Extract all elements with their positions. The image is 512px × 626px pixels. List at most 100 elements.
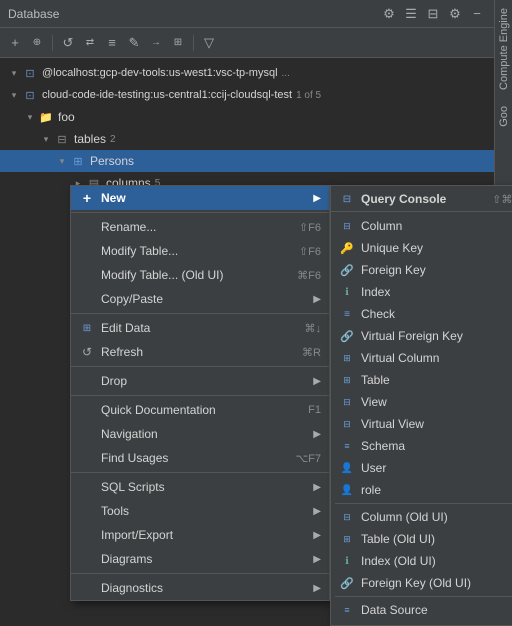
modify-table-label: Modify Table...: [101, 244, 289, 258]
toolbar: + ⊕ ↺ ⇄ ≡ ✎ → ⊞ ▽: [0, 28, 494, 58]
query-console-label: Query Console: [361, 192, 492, 206]
tables-badge: 2: [110, 134, 116, 145]
arrow-conn2: [8, 89, 20, 101]
submenu-item-role[interactable]: 👤 role: [331, 479, 512, 501]
menu-item-rename[interactable]: Rename... ⇧F6: [71, 215, 329, 239]
submenu-item-view[interactable]: ⊟ View: [331, 391, 512, 413]
find-usages-label: Find Usages: [101, 451, 285, 465]
sep1: [71, 212, 329, 213]
list-icon[interactable]: ≡: [103, 34, 121, 52]
virtual-fk-label: Virtual Foreign Key: [361, 329, 512, 343]
sep3: [71, 366, 329, 367]
submenu-item-virtual-fk[interactable]: 🔗 Virtual Foreign Key: [331, 325, 512, 347]
submenu-item-query-console[interactable]: ⊟ Query Console ⇧⌘Q: [331, 190, 512, 212]
layout-icon[interactable]: ⊟: [424, 5, 442, 23]
column-label: Column: [361, 219, 512, 233]
menu-item-new[interactable]: + New ▶: [71, 186, 329, 210]
settings-icon[interactable]: ⚙: [380, 5, 398, 23]
user-label: User: [361, 461, 512, 475]
idx-old-label: Index (Old UI): [361, 554, 512, 568]
foreign-key-label: Foreign Key: [361, 263, 512, 277]
tbl-old-icon: ⊞: [339, 531, 355, 547]
fk-old-icon: 🔗: [339, 575, 355, 591]
submenu-item-col-old[interactable]: ⊟ Column (Old UI): [331, 506, 512, 528]
menu-icon[interactable]: ☰: [402, 5, 420, 23]
diagnostics-arrow: ▶: [313, 583, 321, 594]
add-datasource-icon[interactable]: ⊕: [28, 34, 46, 52]
tables-label: tables: [74, 132, 106, 146]
gear-icon[interactable]: ⚙: [446, 5, 464, 23]
edit-data-icon: ⊞: [79, 320, 95, 336]
persons-label: Persons: [90, 154, 134, 168]
compute-engine-tab[interactable]: Compute Engine: [496, 0, 512, 98]
find-usages-shortcut: ⌥F7: [295, 452, 321, 465]
menu-item-import-export[interactable]: Import/Export ▶: [71, 523, 329, 547]
submenu-item-index[interactable]: ℹ Index: [331, 281, 512, 303]
modify-table-shortcut: ⇧F6: [299, 245, 321, 258]
menu-item-sql-scripts[interactable]: SQL Scripts ▶: [71, 475, 329, 499]
diagnostics-icon: [79, 580, 95, 596]
diagrams-label: Diagrams: [101, 552, 313, 566]
add-icon[interactable]: +: [6, 34, 24, 52]
submenu-item-fk-old[interactable]: 🔗 Foreign Key (Old UI): [331, 572, 512, 594]
menu-item-quick-doc[interactable]: Quick Documentation F1: [71, 398, 329, 422]
menu-item-navigation[interactable]: Navigation ▶: [71, 422, 329, 446]
submenu-item-schema[interactable]: ≡ Schema: [331, 435, 512, 457]
refresh-icon[interactable]: ↺: [59, 34, 77, 52]
conn2-label: cloud-code-ide-testing:us-central1:ccij-…: [42, 89, 292, 101]
edit-icon[interactable]: ✎: [125, 34, 143, 52]
minimize-icon[interactable]: −: [468, 5, 486, 23]
submenu-item-user[interactable]: 👤 User: [331, 457, 512, 479]
menu-item-modify-table-old[interactable]: Modify Table... (Old UI) ⌘F6: [71, 263, 329, 287]
panel-header: Database ⚙ ☰ ⊟ ⚙ −: [0, 0, 494, 28]
submenu-item-data-source[interactable]: ≡ Data Source: [331, 599, 512, 621]
tree-item-persons[interactable]: ⊞ Persons: [0, 150, 494, 172]
quick-doc-shortcut: F1: [308, 404, 321, 416]
col-old-icon: ⊟: [339, 509, 355, 525]
filter-icon[interactable]: ▽: [200, 34, 218, 52]
new-arrow: ▶: [313, 193, 321, 204]
menu-item-drop[interactable]: Drop ▶: [71, 369, 329, 393]
console-icon[interactable]: ⊞: [169, 34, 187, 52]
submenu-item-unique-key[interactable]: 🔑 Unique Key: [331, 237, 512, 259]
submenu-item-virtual-view[interactable]: ⊟ Virtual View: [331, 413, 512, 435]
user-icon: 👤: [339, 460, 355, 476]
rename-shortcut: ⇧F6: [299, 221, 321, 234]
drop-label: Drop: [101, 374, 313, 388]
submenu-item-tbl-old[interactable]: ⊞ Table (Old UI): [331, 528, 512, 550]
submenu-item-foreign-key[interactable]: 🔗 Foreign Key: [331, 259, 512, 281]
table-label: Table: [361, 373, 512, 387]
menu-item-find-usages[interactable]: Find Usages ⌥F7: [71, 446, 329, 470]
menu-item-refresh[interactable]: ↺ Refresh ⌘R: [71, 340, 329, 364]
tree-item-tables[interactable]: ⊟ tables 2: [0, 128, 494, 150]
virtual-view-icon: ⊟: [339, 416, 355, 432]
submenu-item-check[interactable]: ≡ Check: [331, 303, 512, 325]
arrow-persons: [56, 155, 68, 167]
tree-item-conn1[interactable]: ⊡ @localhost:gcp-dev-tools:us-west1:vsc-…: [0, 62, 494, 84]
menu-item-tools[interactable]: Tools ▶: [71, 499, 329, 523]
sync-icon[interactable]: ⇄: [81, 34, 99, 52]
column-icon: ⊟: [339, 218, 355, 234]
submenu-item-table[interactable]: ⊞ Table: [331, 369, 512, 391]
context-menu: + New ▶ Rename... ⇧F6 Modify Table... ⇧F…: [70, 185, 330, 601]
navigation-label: Navigation: [101, 427, 313, 441]
persons-icon: ⊞: [70, 153, 86, 169]
menu-item-diagrams[interactable]: Diagrams ▶: [71, 547, 329, 571]
submenu-item-idx-old[interactable]: ℹ Index (Old UI): [331, 550, 512, 572]
goo-tab[interactable]: Goo: [496, 98, 512, 135]
menu-item-modify-table[interactable]: Modify Table... ⇧F6: [71, 239, 329, 263]
submenu-item-virtual-col[interactable]: ⊞ Virtual Column: [331, 347, 512, 369]
tree-item-conn2[interactable]: ⊡ cloud-code-ide-testing:us-central1:cci…: [0, 84, 494, 106]
submenu-sep1: [335, 503, 512, 504]
sql-scripts-label: SQL Scripts: [101, 480, 313, 494]
submenu-item-column[interactable]: ⊟ Column: [331, 215, 512, 237]
jump-icon[interactable]: →: [147, 34, 165, 52]
virtual-fk-icon: 🔗: [339, 328, 355, 344]
menu-item-copy-paste[interactable]: Copy/Paste ▶: [71, 287, 329, 311]
new-label: New: [101, 191, 313, 205]
index-icon: ℹ: [339, 284, 355, 300]
tree-item-foo[interactable]: 📁 foo: [0, 106, 494, 128]
menu-item-edit-data[interactable]: ⊞ Edit Data ⌘↓: [71, 316, 329, 340]
menu-item-diagnostics[interactable]: Diagnostics ▶: [71, 576, 329, 600]
navigation-arrow: ▶: [313, 429, 321, 440]
